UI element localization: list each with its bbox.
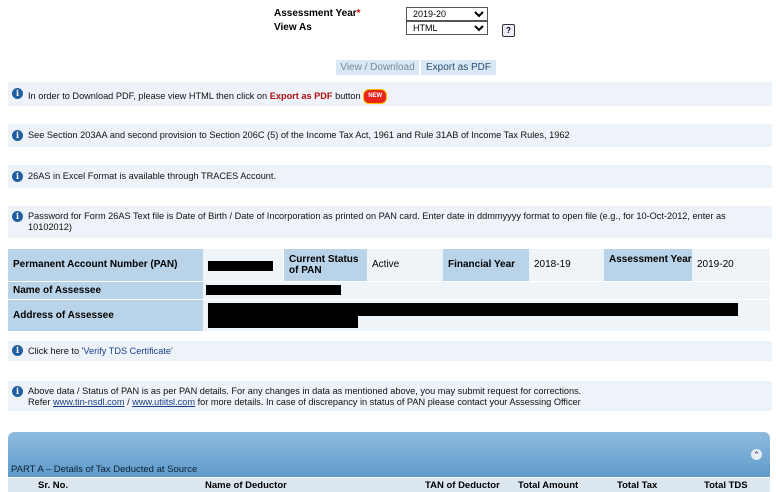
assessment-year-label: Assessment Year* bbox=[274, 8, 361, 19]
col-tan: TAN of Deductor bbox=[425, 480, 500, 491]
info-icon: i bbox=[12, 345, 23, 356]
view-download-button[interactable]: View / Download bbox=[336, 60, 419, 75]
notice-text-tail: for more details. In case of discrepancy… bbox=[197, 397, 581, 407]
ay-label: Assessment Year bbox=[604, 249, 692, 281]
refer-text: Refer bbox=[28, 397, 51, 407]
part-a-title: PART A – Details of Tax Deducted at Sour… bbox=[11, 464, 198, 475]
utiitsl-link[interactable]: www.utiitsl.com bbox=[132, 397, 195, 407]
notice-text: Click here to bbox=[28, 346, 80, 356]
verify-tds-link[interactable]: 'Verify TDS Certificate' bbox=[82, 346, 173, 356]
info-icon: i bbox=[12, 171, 23, 182]
info-icon: i bbox=[12, 130, 23, 141]
notice-text: In order to Download PDF, please view HT… bbox=[28, 90, 268, 101]
col-sr-no: Sr. No. bbox=[38, 480, 69, 491]
address-redaction bbox=[208, 303, 738, 316]
notice-verify-tds: i Click here to 'Verify TDS Certificate' bbox=[8, 341, 772, 361]
notice-text: 26AS in Excel Format is available throug… bbox=[28, 171, 277, 181]
assessment-year-select[interactable]: 2019-20 bbox=[406, 7, 488, 21]
notice-section-203aa: i See Section 203AA and second provision… bbox=[8, 124, 772, 147]
part-a-table-header: Sr. No. Name of Deductor TAN of Deductor… bbox=[8, 478, 770, 492]
col-total-tds: Total TDS bbox=[704, 480, 748, 491]
name-label: Name of Assessee bbox=[8, 282, 203, 299]
pan-label: Permanent Account Number (PAN) bbox=[8, 249, 203, 281]
info-icon: i bbox=[12, 88, 23, 99]
view-as-label: View As bbox=[274, 22, 312, 33]
col-total-amount: Total Amount bbox=[518, 480, 579, 491]
address-label: Address of Assessee bbox=[8, 300, 203, 331]
export-pdf-highlight: Export as PDF bbox=[269, 90, 333, 101]
fy-value: 2018-19 bbox=[529, 249, 604, 281]
col-total-tax: Total Tax bbox=[617, 480, 658, 491]
notice-text: Above data / Status of PAN is as per PAN… bbox=[28, 386, 582, 396]
info-icon: i bbox=[12, 211, 23, 222]
info-icon: i bbox=[12, 386, 23, 397]
pan-redaction bbox=[208, 261, 273, 271]
export-pdf-button[interactable]: Export as PDF bbox=[421, 60, 496, 75]
fy-label: Financial Year bbox=[443, 249, 529, 281]
new-badge: NEW bbox=[363, 89, 388, 104]
tin-nsdl-link[interactable]: www.tin-nsdl.com bbox=[53, 397, 124, 407]
separator: / bbox=[127, 397, 130, 407]
notice-download-pdf: i In order to Download PDF, please view … bbox=[8, 82, 772, 106]
notice-pan-details: i Above data / Status of PAN is as per P… bbox=[8, 381, 772, 411]
address-redaction-line2 bbox=[208, 316, 358, 328]
col-deductor-name: Name of Deductor bbox=[205, 480, 287, 491]
ay-value: 2019-20 bbox=[692, 249, 770, 281]
notice-text-tail: button bbox=[335, 90, 361, 101]
status-label: Current Status of PAN bbox=[284, 249, 367, 281]
notice-text: Password for Form 26AS Text file is Date… bbox=[28, 211, 726, 232]
notice-password: i Password for Form 26AS Text file is Da… bbox=[8, 206, 772, 238]
status-value: Active bbox=[367, 249, 443, 281]
name-redaction bbox=[206, 285, 341, 295]
help-icon[interactable]: ? bbox=[502, 24, 515, 37]
required-mark: * bbox=[356, 8, 361, 19]
part-a-panel[interactable]: ⌃ PART A – Details of Tax Deducted at So… bbox=[8, 432, 770, 477]
notice-text: See Section 203AA and second provision t… bbox=[28, 130, 570, 140]
view-as-select[interactable]: HTML bbox=[406, 21, 488, 35]
notice-excel-format: i 26AS in Excel Format is available thro… bbox=[8, 165, 772, 188]
collapse-icon[interactable]: ⌃ bbox=[751, 449, 762, 460]
